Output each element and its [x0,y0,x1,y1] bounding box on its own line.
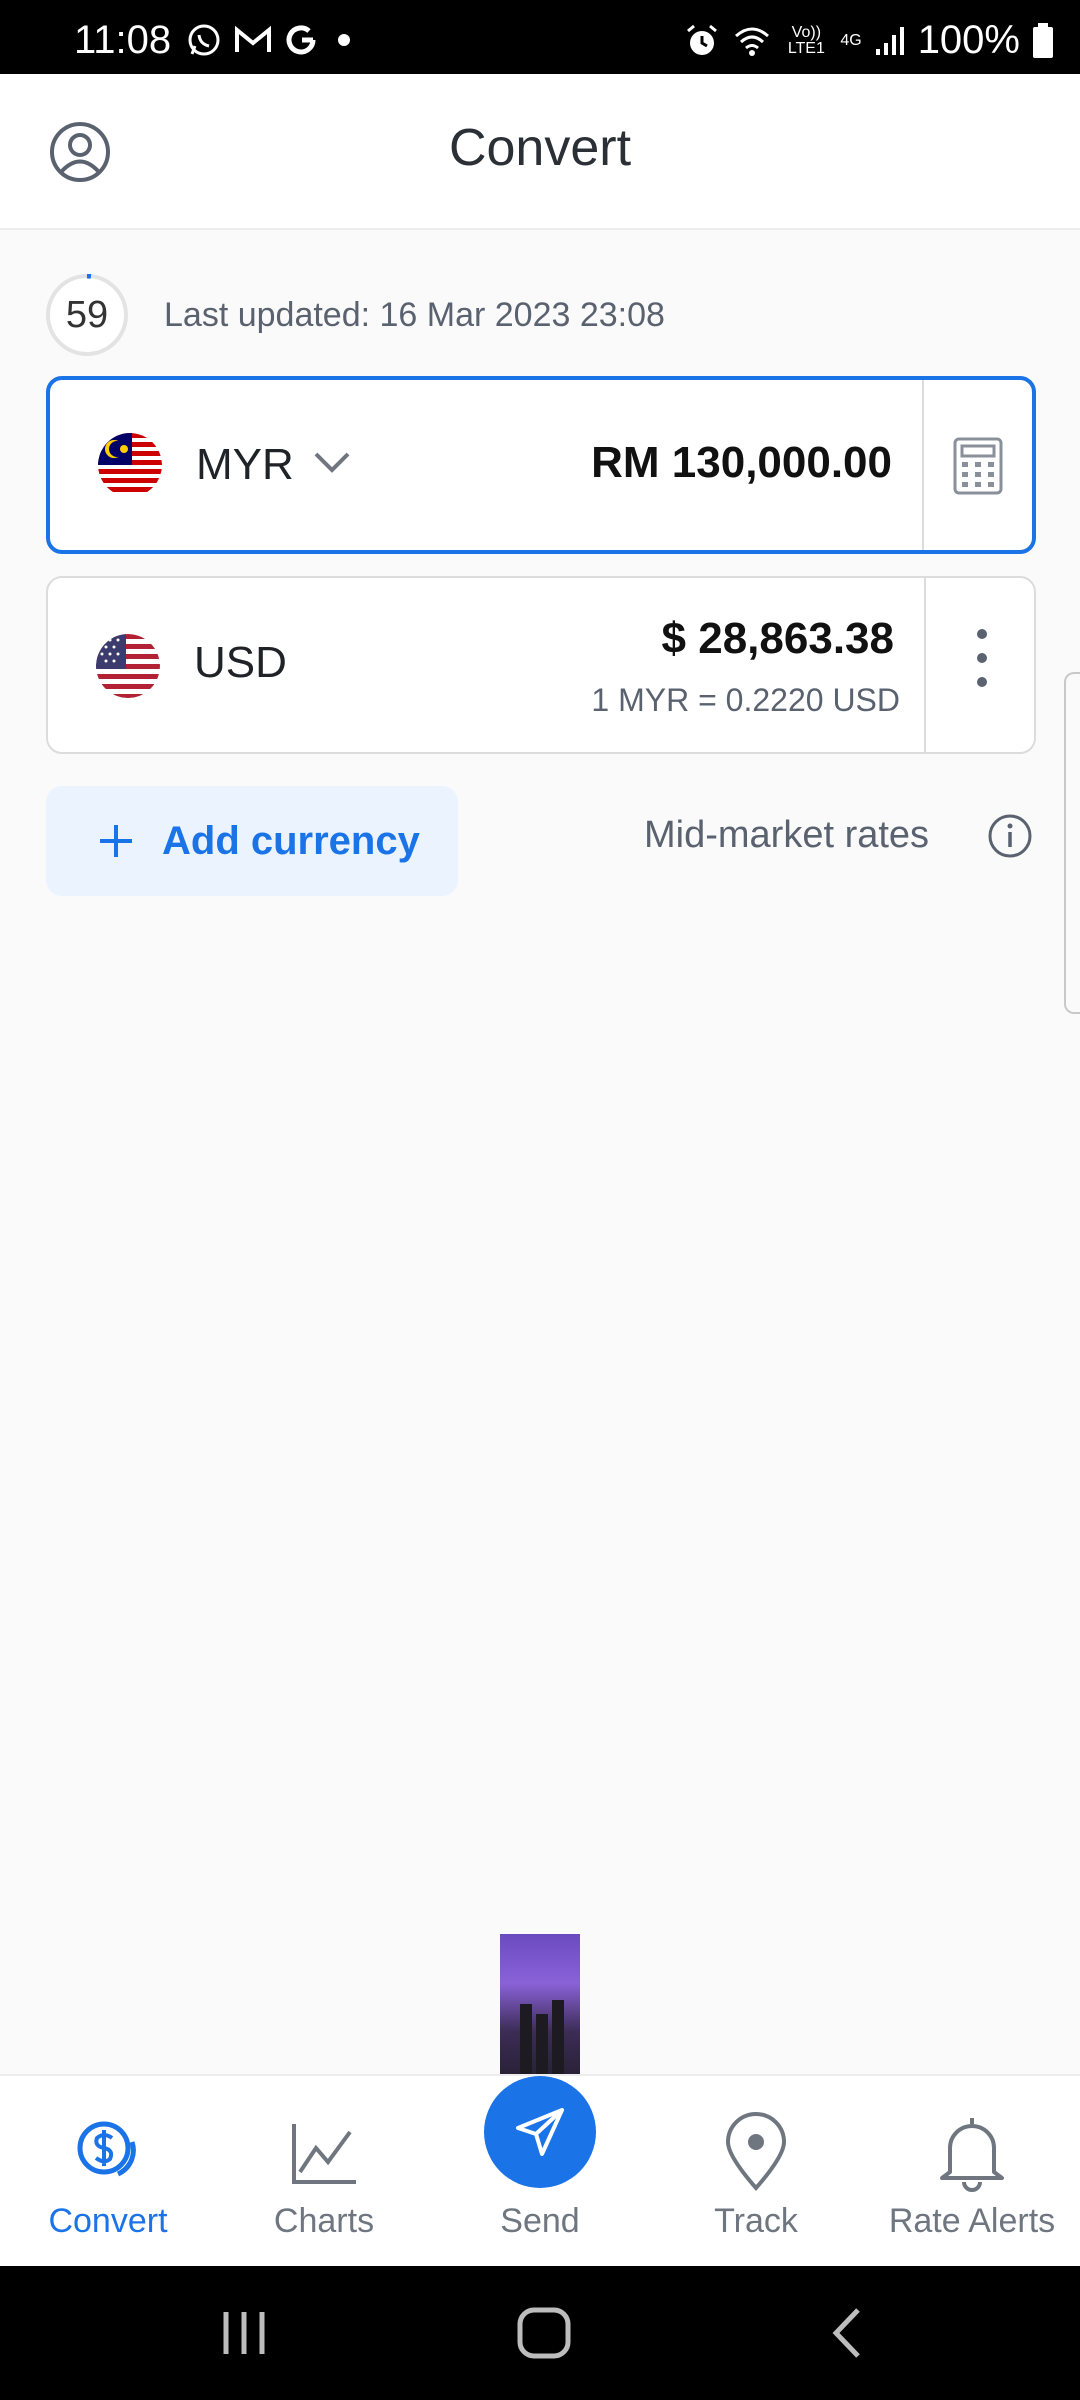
network-indicator: 4G [840,31,862,49]
thumbnail-figure [552,2000,564,2074]
us-flag-icon [96,634,160,698]
nav-item-track[interactable]: Track [648,2076,864,2268]
battery-icon [1033,22,1053,58]
more-vertical-icon[interactable] [970,624,994,704]
nav-label: Convert [48,2202,168,2240]
last-updated-text: Last updated: 16 Mar 2023 23:08 [164,296,665,334]
page-title: Convert [448,119,632,177]
bottom-navigation: Convert Charts Send Track Rate Alerts [0,2074,1080,2266]
countdown-progress-arc [86,274,92,279]
nav-label: Charts [273,2202,375,2240]
dot-icon [338,34,350,46]
nav-item-charts[interactable]: Charts [216,2076,432,2268]
nav-label: Send [500,2202,580,2240]
signal-icon [875,26,904,55]
bell-icon [940,2118,1004,2192]
battery-percent: 100% [917,18,1020,62]
status-time: 11:08 [74,18,172,62]
volte-indicator: Vo)) LTE1 [787,23,825,57]
nav-item-rate-alerts[interactable]: Rate Alerts [864,2076,1080,2268]
thumbnail-figure [536,2014,548,2074]
add-currency-button[interactable]: Add currency [46,786,458,896]
card-divider [924,578,926,752]
card-divider [922,380,924,550]
gmail-icon [235,25,271,52]
nav-label: Rate Alerts [888,2202,1056,2240]
location-pin-icon [725,2112,787,2192]
currency-code[interactable]: MYR [196,440,294,490]
send-icon [516,2108,564,2156]
back-icon[interactable] [818,2306,878,2360]
recent-apps-icon[interactable] [214,2306,274,2360]
plus-icon [100,825,132,857]
wifi-icon [735,27,770,56]
currency-convert-icon [77,2121,136,2177]
google-icon [286,25,316,55]
home-icon[interactable] [514,2306,574,2360]
floating-video-thumbnail[interactable] [500,1934,580,2074]
app-header: Convert [0,74,1080,230]
status-left-icons [186,22,358,58]
thumbnail-figure [520,2004,532,2074]
edge-panel-handle[interactable] [1064,672,1080,1014]
add-currency-label: Add currency [162,818,420,863]
whatsapp-icon [188,24,220,56]
send-button[interactable] [484,2076,596,2188]
chart-icon [292,2124,356,2184]
nav-item-send[interactable]: Send [432,2076,648,2268]
nav-item-convert[interactable]: Convert [0,2076,216,2268]
currency-card-myr[interactable]: MYR RM 130,000.00 [46,376,1036,554]
malaysia-flag-icon [98,433,162,497]
chevron-down-icon[interactable] [312,450,352,476]
nav-label: Track [714,2202,798,2240]
mid-market-rates-label[interactable]: Mid-market rates [644,814,929,857]
currency-code[interactable]: USD [194,638,287,688]
calculator-icon[interactable] [952,436,1004,496]
exchange-rate: 1 MYR = 0.2220 USD [591,682,900,718]
currency-amount[interactable]: $ 28,863.38 [662,614,894,664]
currency-card-usd[interactable]: USD $ 28,863.38 1 MYR = 0.2220 USD [46,576,1036,754]
alarm-icon [687,24,718,55]
info-icon[interactable] [986,812,1034,860]
status-right-icons: Vo)) LTE1 4G 100% [684,18,1054,63]
system-navigation-bar [0,2266,1080,2400]
currency-amount[interactable]: RM 130,000.00 [591,438,892,488]
status-bar: 11:08 Vo)) LTE1 4G 100% [0,0,1080,74]
